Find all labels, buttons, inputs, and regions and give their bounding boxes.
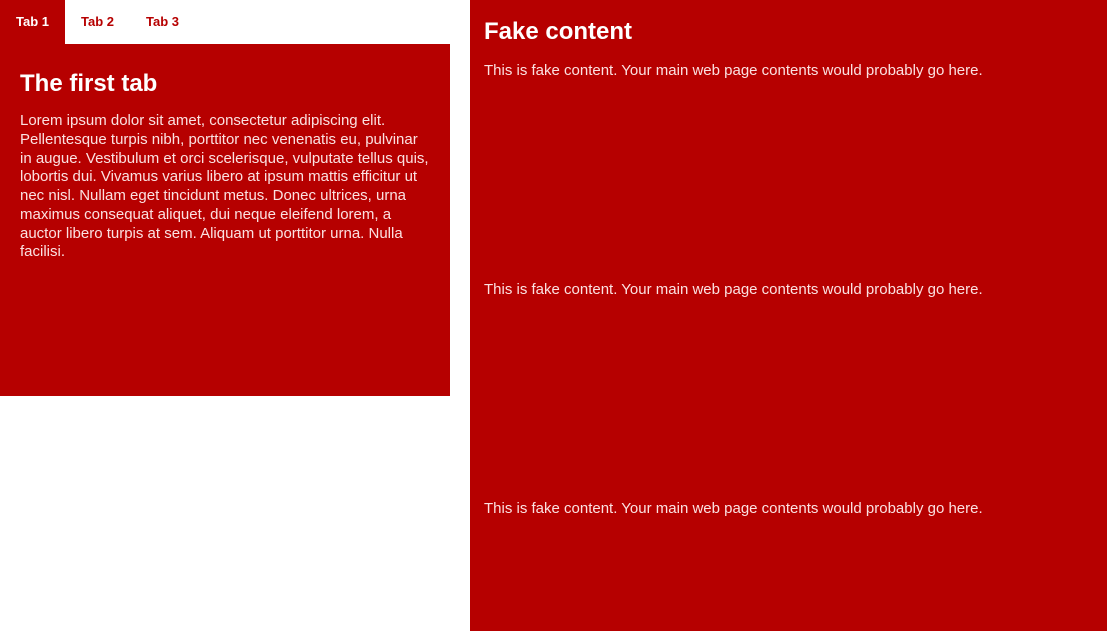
fake-content-region: Fake content This is fake content. Your … (470, 0, 1107, 631)
panel-body: Lorem ipsum dolor sit amet, consectetur … (20, 112, 430, 262)
tab-3[interactable]: Tab 3 (130, 0, 195, 44)
fake-content-paragraph: This is fake content. Your main web page… (484, 62, 1093, 79)
tabs-widget: Tab 1 Tab 2 Tab 3 The first tab Lorem ip… (0, 0, 450, 396)
panel-title: The first tab (20, 70, 430, 98)
tab-list: Tab 1 Tab 2 Tab 3 (0, 0, 450, 44)
tab-2[interactable]: Tab 2 (65, 0, 130, 44)
tab-panel: The first tab Lorem ipsum dolor sit amet… (0, 44, 450, 282)
fake-content-paragraph: This is fake content. Your main web page… (484, 500, 1093, 517)
fake-content-title: Fake content (484, 18, 1093, 46)
fake-content-paragraph: This is fake content. Your main web page… (484, 281, 1093, 298)
tab-1[interactable]: Tab 1 (0, 0, 65, 44)
